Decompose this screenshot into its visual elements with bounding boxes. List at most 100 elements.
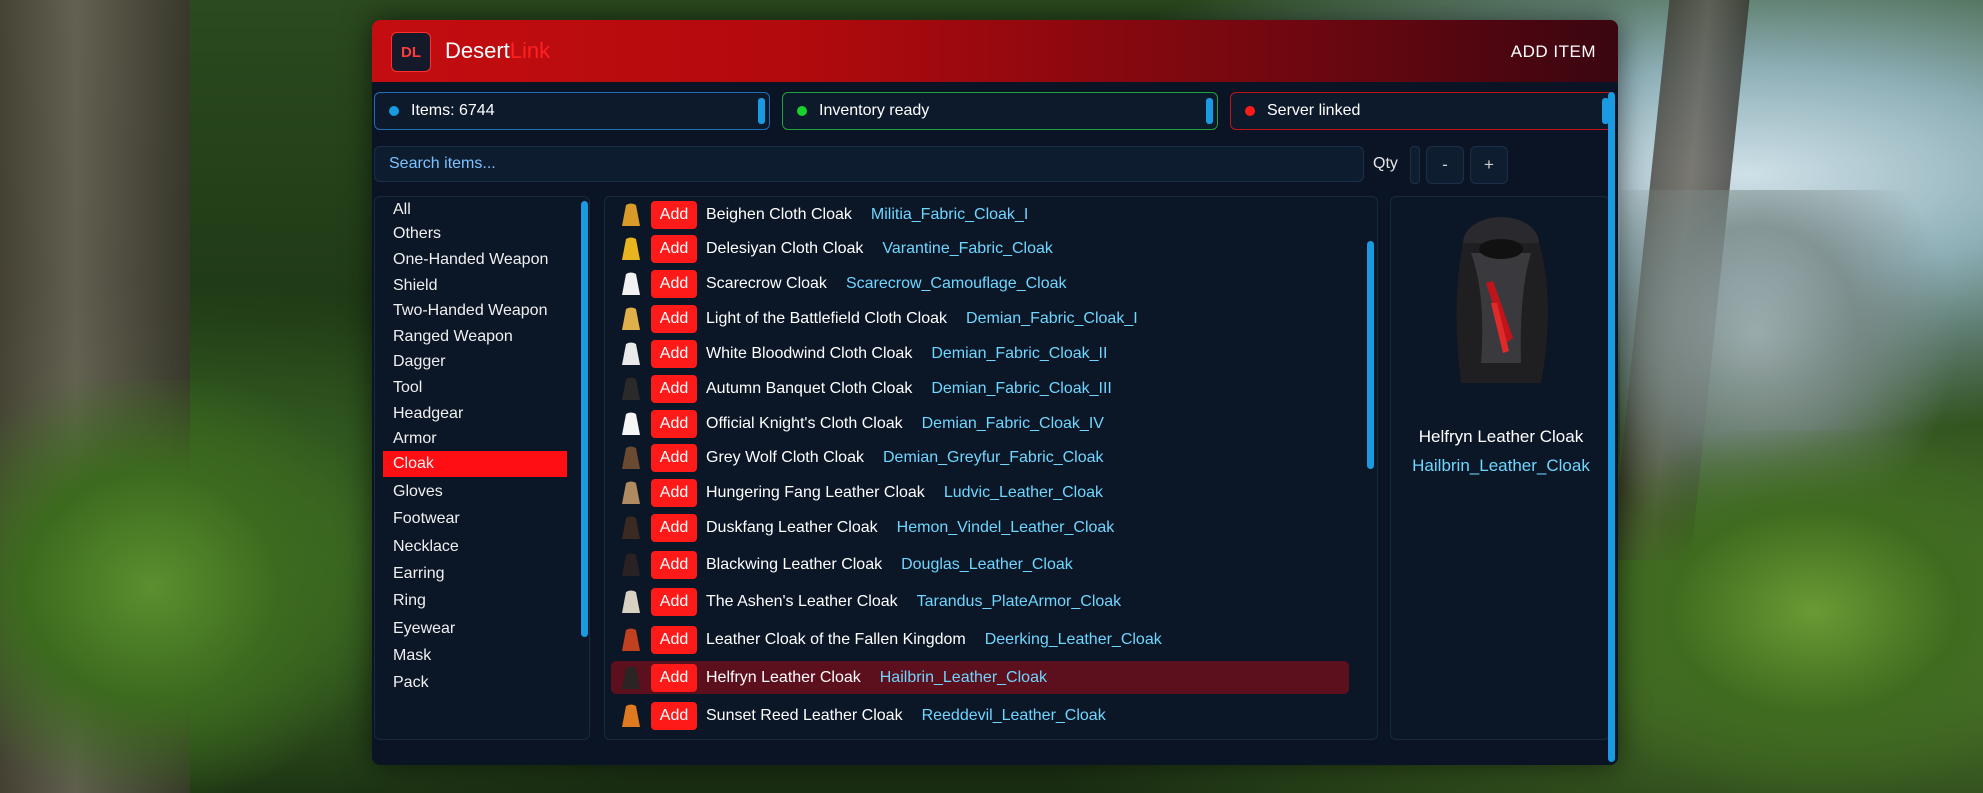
qty-label: Qty: [1373, 155, 1398, 172]
category-item[interactable]: Headgear: [383, 401, 567, 427]
add-item-button[interactable]: ADD ITEM: [1511, 42, 1596, 62]
add-button[interactable]: Add: [651, 304, 697, 333]
add-button[interactable]: Add: [651, 550, 697, 579]
add-button[interactable]: Add: [651, 200, 697, 229]
cloak-thumbnail-icon: [622, 590, 640, 613]
category-item[interactable]: All: [383, 197, 567, 223]
brand-name-part2: Link: [509, 38, 551, 63]
add-button[interactable]: Add: [651, 663, 697, 692]
item-code: Demian_Greyfur_Fabric_Cloak: [882, 448, 1104, 466]
items-count-status: Items: 6744: [374, 92, 770, 130]
item-row[interactable]: Add Beighen Cloth Cloak Militia_Fabric_Clo…: [611, 198, 1349, 231]
title-bar: DL DesertLink ADD ITEM: [372, 20, 1618, 82]
item-name: Beighen Cloth Cloak: [706, 205, 852, 223]
item-code: Tarandus_PlateArmor_Cloak: [916, 592, 1122, 610]
category-item[interactable]: Cloak: [383, 451, 567, 477]
search-input[interactable]: [374, 146, 1364, 182]
category-item[interactable]: Armor: [383, 426, 567, 452]
item-code: Scarecrow_Camouflage_Cloak: [845, 274, 1067, 292]
cloak-preview-image: [1456, 217, 1549, 383]
add-button[interactable]: Add: [651, 409, 697, 438]
cloak-thumbnail-icon: [622, 342, 640, 365]
status-dot-icon: [1245, 106, 1255, 116]
category-item[interactable]: Others: [383, 221, 567, 247]
add-button[interactable]: Add: [651, 374, 697, 403]
item-row[interactable]: Add White Bloodwind Cloth Cloak Demian_Fab…: [611, 337, 1349, 370]
qty-input[interactable]: [1410, 146, 1420, 184]
item-row[interactable]: Add Autumn Banquet Cloth Cloak Demian_Fabr…: [611, 372, 1349, 405]
add-button[interactable]: Add: [651, 478, 697, 507]
add-button[interactable]: Add: [651, 513, 697, 542]
item-name: Scarecrow Cloak: [706, 274, 827, 292]
item-name: Blackwing Leather Cloak: [706, 555, 883, 573]
cloak-thumbnail-icon: [622, 628, 640, 651]
item-row[interactable]: Add Grey Wolf Cloth Cloak Demian_Greyfur_F…: [611, 441, 1349, 474]
item-code: Hailbrin_Leather_Cloak: [879, 668, 1047, 686]
server-status: Server linked: [1230, 92, 1614, 130]
category-item[interactable]: Footwear: [383, 506, 567, 532]
add-button[interactable]: Add: [651, 625, 697, 654]
items-count-text: Items: 6744: [411, 102, 495, 119]
status-row: Items: 6744 Inventory ready Server linke…: [372, 92, 1618, 132]
item-list-scrollbar[interactable]: [1367, 241, 1374, 469]
qty-plus-button[interactable]: +: [1470, 146, 1508, 184]
item-row[interactable]: Add The Ashen's Leather Cloak Tarandus_Pla…: [611, 585, 1349, 618]
category-item[interactable]: Ring: [383, 588, 567, 614]
add-button[interactable]: Add: [651, 269, 697, 298]
category-item[interactable]: Mask: [383, 643, 567, 669]
item-row[interactable]: Add Sunset Reed Leather Cloak Reeddevil_Le…: [611, 699, 1349, 732]
category-item[interactable]: Tool: [383, 375, 567, 401]
item-row[interactable]: Add Leather Cloak of the Fallen Kingdom De…: [611, 623, 1349, 656]
item-row[interactable]: Add Duskfang Leather Cloak Hemon_Vindel_Le…: [611, 511, 1349, 544]
qty-minus-button[interactable]: -: [1426, 146, 1464, 184]
category-item[interactable]: Earring: [383, 561, 567, 587]
item-row[interactable]: Add Official Knight's Cloth Cloak Demian_F…: [611, 407, 1349, 440]
category-item[interactable]: One-Handed Weapon: [383, 247, 567, 273]
add-button[interactable]: Add: [651, 443, 697, 472]
background-foliage-right: [1560, 430, 1983, 793]
item-code: Demian_Fabric_Cloak_II: [931, 344, 1108, 362]
item-name: Leather Cloak of the Fallen Kingdom: [706, 630, 966, 648]
item-row[interactable]: Add Helfryn Leather Cloak Hailbrin_Leather…: [611, 661, 1349, 694]
item-code: Reeddevil_Leather_Cloak: [921, 706, 1106, 724]
add-button[interactable]: Add: [651, 234, 697, 263]
category-item[interactable]: Ranged Weapon: [383, 324, 567, 350]
add-button[interactable]: Add: [651, 701, 697, 730]
add-button[interactable]: Add: [651, 339, 697, 368]
cloak-thumbnail-icon: [622, 203, 640, 226]
item-row[interactable]: Add Light of the Battlefield Cloth Cloak D…: [611, 302, 1349, 335]
item-code: Militia_Fabric_Cloak_I: [870, 205, 1029, 223]
category-item[interactable]: Necklace: [383, 534, 567, 560]
category-item[interactable]: Gloves: [383, 479, 567, 505]
item-code: Demian_Fabric_Cloak_IV: [921, 414, 1104, 432]
add-button[interactable]: Add: [651, 587, 697, 616]
item-name: The Ashen's Leather Cloak: [706, 592, 898, 610]
main-scrollbar[interactable]: [1608, 92, 1615, 762]
category-item[interactable]: Dagger: [383, 349, 567, 375]
category-scrollbar[interactable]: [581, 201, 588, 637]
item-list: Add Beighen Cloth Cloak Militia_Fabric_Clo…: [604, 196, 1378, 740]
inventory-status: Inventory ready: [782, 92, 1218, 130]
item-row[interactable]: Add Scarecrow Cloak Scarecrow_Camouflage_C…: [611, 267, 1349, 300]
app-window: DL DesertLink ADD ITEM Items: 6744 Inven…: [372, 20, 1618, 765]
category-item[interactable]: Shield: [383, 273, 567, 299]
category-item[interactable]: Eyewear: [383, 616, 567, 642]
cloak-thumbnail-icon: [622, 307, 640, 330]
item-detail-panel: Helfryn Leather Cloak Hailbrin_Leather_C…: [1390, 196, 1610, 740]
category-item[interactable]: Two-Handed Weapon: [383, 298, 567, 324]
app-logo: DL: [391, 32, 431, 72]
cloak-thumbnail-icon: [622, 412, 640, 435]
item-name: Duskfang Leather Cloak: [706, 518, 878, 536]
category-item[interactable]: Pack: [383, 670, 567, 696]
selected-item-code: Hailbrin_Leather_Cloak: [1412, 456, 1590, 475]
item-code: Ludvic_Leather_Cloak: [943, 483, 1104, 501]
category-list: All Others One-Handed Weapon Shield Two-Hand…: [374, 196, 590, 740]
item-row[interactable]: Add Hungering Fang Leather Cloak Ludvic_Le…: [611, 476, 1349, 509]
item-row[interactable]: Add Blackwing Leather Cloak Douglas_Leathe…: [611, 548, 1349, 581]
status-indicator-bar: [1206, 98, 1213, 124]
cloak-thumbnail-icon: [622, 516, 640, 539]
item-name: Helfryn Leather Cloak: [706, 668, 861, 686]
status-dot-icon: [797, 106, 807, 116]
item-row[interactable]: Add Delesiyan Cloth Cloak Varantine_Fabric…: [611, 232, 1349, 265]
background-foliage-left: [0, 380, 380, 793]
